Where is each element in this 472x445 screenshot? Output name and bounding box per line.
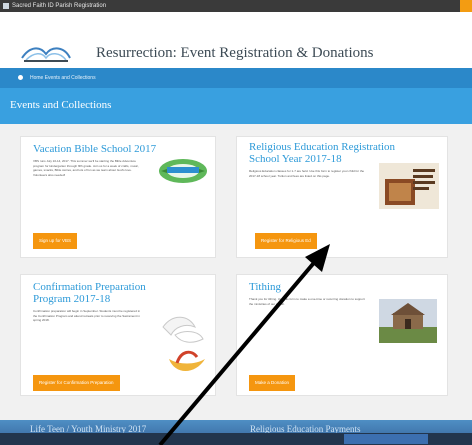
card-title-line-1[interactable]: Confirmation Preparation [33, 281, 146, 293]
register-confirmation-button[interactable]: Register for Confirmation Preparation [33, 375, 120, 391]
card-description: Thank you for tithing. Use this form to … [249, 297, 365, 306]
card-title[interactable]: Tithing [249, 281, 281, 293]
event-card-confirmation: Confirmation Preparation Program 2017-18… [20, 274, 216, 396]
event-card-religious-education: Religious Education Registration School … [236, 136, 448, 258]
breadcrumb[interactable]: Home Events and Collections [30, 73, 96, 83]
vbs-logo-icon [159, 159, 207, 183]
section-title: Events and Collections [10, 99, 112, 111]
card-title[interactable]: Vacation Bible School 2017 [33, 143, 156, 155]
card-description: Confirmation preparation will begin in S… [33, 309, 141, 322]
home-icon[interactable] [18, 75, 23, 80]
sign-up-vbs-button[interactable]: Sign up for VBS [33, 233, 78, 249]
register-religious-ed-button[interactable]: Register for Religious Ed [255, 233, 317, 249]
events-grid: Vacation Bible School 2017 VBS runs July… [0, 124, 472, 445]
section-header: Events and Collections [0, 88, 472, 124]
card-title-line-2[interactable]: School Year 2017-18 [249, 153, 342, 165]
parish-logo[interactable] [20, 42, 72, 64]
event-card-tithing: Tithing Thank you for tithing. Use this … [236, 274, 448, 396]
card-description: Religious Education classes for 1-7 are … [249, 169, 365, 178]
card-title-line-1[interactable]: Religious Education Registration [249, 141, 395, 153]
window-title: Sacred Faith ID Parish Registration [12, 3, 107, 9]
system-tray[interactable] [344, 434, 428, 444]
window-control-button[interactable] [460, 0, 472, 12]
church-photo-icon [379, 299, 437, 343]
app-icon [3, 3, 9, 9]
dove-confirmation-icon [162, 316, 205, 371]
window-titlebar: Sacred Faith ID Parish Registration [0, 0, 472, 12]
site-header: Resurrection: Event Registration & Donat… [0, 12, 472, 68]
card-title-line-2[interactable]: Program 2017-18 [33, 293, 110, 305]
os-taskbar [0, 433, 472, 445]
breadcrumb-bar: Home Events and Collections [0, 68, 472, 88]
religious-education-book-icon [379, 163, 439, 209]
page-title: Resurrection: Event Registration & Donat… [96, 45, 374, 61]
card-description: VBS runs July 10-14, 2017. This summer w… [33, 159, 139, 177]
make-donation-button[interactable]: Make a Donation [249, 375, 296, 391]
event-card-vbs: Vacation Bible School 2017 VBS runs July… [20, 136, 216, 258]
